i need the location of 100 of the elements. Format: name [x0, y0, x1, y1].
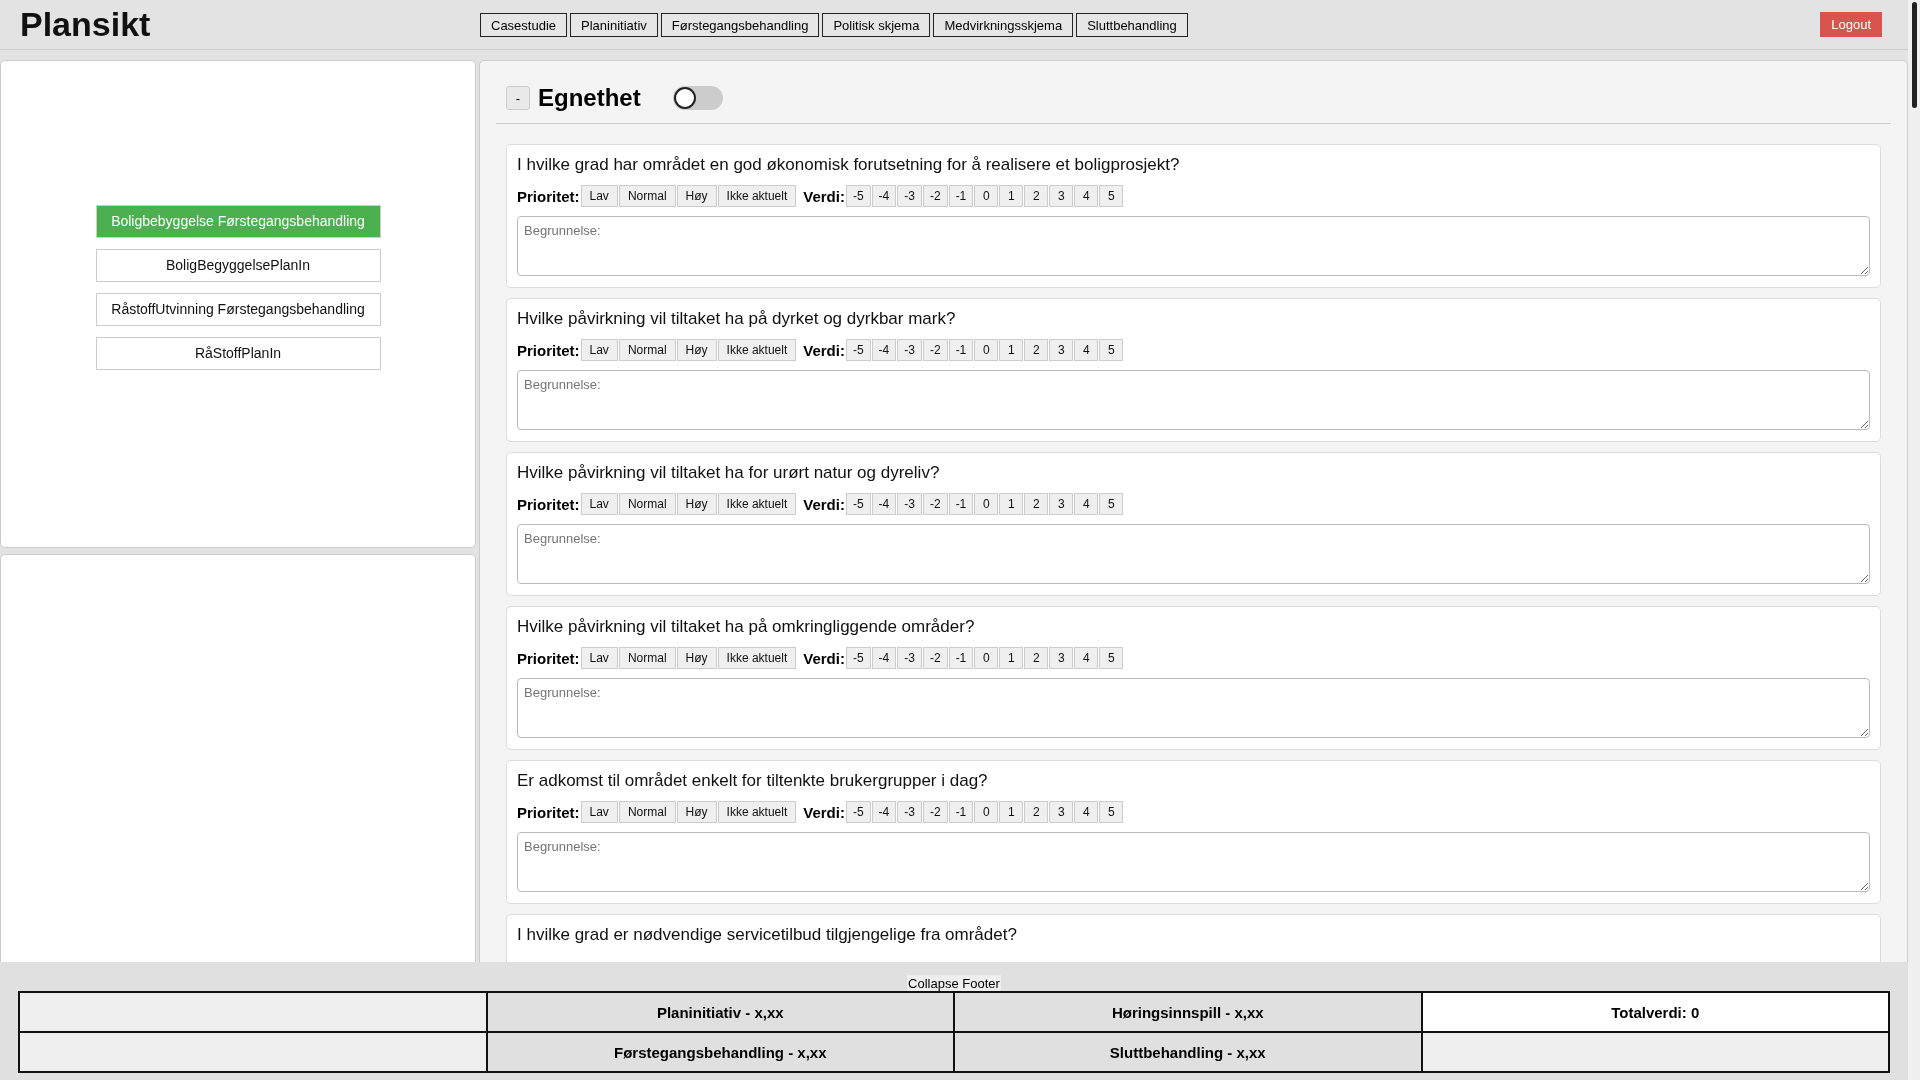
- value-option[interactable]: -2: [922, 801, 948, 823]
- value-option[interactable]: 0: [974, 493, 999, 515]
- value-option[interactable]: 1: [999, 339, 1024, 361]
- value-option[interactable]: 3: [1049, 493, 1074, 515]
- value-option[interactable]: -1: [948, 339, 974, 361]
- value-option[interactable]: -3: [897, 647, 922, 669]
- priority-option[interactable]: Normal: [618, 493, 676, 515]
- priority-option[interactable]: Høy: [676, 647, 717, 669]
- value-option[interactable]: -3: [897, 185, 922, 207]
- nav-button[interactable]: Medvirkningsskjema: [933, 12, 1074, 37]
- toggle-switch[interactable]: [672, 86, 723, 110]
- value-option[interactable]: 3: [1049, 185, 1074, 207]
- nav-button[interactable]: Casestudie: [480, 12, 568, 37]
- value-option[interactable]: 1: [999, 493, 1024, 515]
- value-option[interactable]: 5: [1099, 185, 1124, 207]
- value-option[interactable]: -3: [897, 493, 922, 515]
- value-option[interactable]: -1: [948, 185, 974, 207]
- value-option[interactable]: -2: [922, 647, 948, 669]
- priority-option[interactable]: Høy: [676, 801, 717, 823]
- value-option[interactable]: 1: [999, 801, 1024, 823]
- reason-field[interactable]: Begrunnelse:: [517, 524, 1870, 584]
- value-option[interactable]: -3: [897, 339, 922, 361]
- value-option[interactable]: 1: [999, 647, 1024, 669]
- nav-button[interactable]: Sluttbehandling: [1076, 12, 1188, 37]
- value-option[interactable]: 4: [1074, 801, 1099, 823]
- value-option[interactable]: -2: [922, 339, 948, 361]
- priority-option[interactable]: Normal: [618, 647, 676, 669]
- priority-option[interactable]: Lav: [580, 801, 618, 823]
- value-option[interactable]: 3: [1049, 647, 1074, 669]
- app-title: Plansikt: [20, 5, 152, 44]
- collapse-footer-button[interactable]: Collapse Footer: [907, 975, 1001, 991]
- value-option[interactable]: 4: [1074, 647, 1099, 669]
- value-option[interactable]: -1: [948, 647, 974, 669]
- value-option[interactable]: 0: [974, 801, 999, 823]
- plan-button[interactable]: RåStoffPlanIn: [95, 336, 381, 370]
- value-option[interactable]: 5: [1099, 647, 1124, 669]
- value-option[interactable]: -4: [871, 185, 897, 207]
- score-cell: Høringsinnspill - x,xx: [954, 992, 1422, 1032]
- collapse-button[interactable]: -: [506, 86, 530, 110]
- value-option[interactable]: -4: [871, 493, 897, 515]
- nav-button[interactable]: Planinitiativ: [570, 12, 658, 37]
- reason-field[interactable]: Begrunnelse:: [517, 832, 1870, 892]
- value-option[interactable]: -5: [845, 339, 871, 361]
- plan-button[interactable]: RåstoffUtvinning Førstegangsbehandling: [95, 292, 381, 326]
- value-option[interactable]: 4: [1074, 185, 1099, 207]
- nav-button[interactable]: Politisk skjema: [822, 12, 931, 37]
- value-option[interactable]: -4: [871, 339, 897, 361]
- priority-option[interactable]: Ikke aktuelt: [717, 493, 797, 515]
- value-option[interactable]: -5: [845, 493, 871, 515]
- value-option[interactable]: 4: [1074, 339, 1099, 361]
- value-option[interactable]: 2: [1024, 339, 1049, 361]
- priority-option[interactable]: Ikke aktuelt: [717, 801, 797, 823]
- value-label: Verdi:: [803, 495, 845, 513]
- value-option[interactable]: -2: [922, 185, 948, 207]
- value-option[interactable]: -5: [845, 185, 871, 207]
- priority-option[interactable]: Høy: [676, 185, 717, 207]
- value-option[interactable]: 5: [1099, 339, 1124, 361]
- priority-option[interactable]: Lav: [580, 185, 618, 207]
- value-option[interactable]: 0: [974, 185, 999, 207]
- value-option[interactable]: 1: [999, 185, 1024, 207]
- value-option[interactable]: 0: [974, 647, 999, 669]
- value-option[interactable]: 2: [1024, 185, 1049, 207]
- value-option[interactable]: -4: [871, 647, 897, 669]
- plan-button[interactable]: BoligBegyggelsePlanIn: [95, 248, 381, 282]
- priority-option[interactable]: Normal: [618, 801, 676, 823]
- value-option[interactable]: 2: [1024, 801, 1049, 823]
- value-option[interactable]: -4: [871, 801, 897, 823]
- value-option[interactable]: 5: [1099, 493, 1124, 515]
- priority-option[interactable]: Lav: [580, 339, 618, 361]
- value-option[interactable]: 2: [1024, 647, 1049, 669]
- value-option[interactable]: 4: [1074, 493, 1099, 515]
- value-option[interactable]: -5: [845, 801, 871, 823]
- priority-option[interactable]: Lav: [580, 493, 618, 515]
- priority-option[interactable]: Høy: [676, 339, 717, 361]
- value-option[interactable]: -1: [948, 493, 974, 515]
- total-value: Totalverdi: 0: [1421, 992, 1889, 1032]
- value-option[interactable]: 3: [1049, 801, 1074, 823]
- value-option[interactable]: 2: [1024, 493, 1049, 515]
- value-option[interactable]: -5: [845, 647, 871, 669]
- value-option[interactable]: 5: [1099, 801, 1124, 823]
- priority-option[interactable]: Ikke aktuelt: [717, 339, 797, 361]
- reason-field[interactable]: Begrunnelse:: [517, 678, 1870, 738]
- score-cell: Planinitiativ - x,xx: [486, 992, 954, 1032]
- reason-field[interactable]: Begrunnelse:: [517, 216, 1870, 276]
- priority-option[interactable]: Ikke aktuelt: [717, 647, 797, 669]
- priority-option[interactable]: Normal: [618, 339, 676, 361]
- value-option[interactable]: 0: [974, 339, 999, 361]
- section-title: Egnethet: [538, 84, 641, 112]
- priority-option[interactable]: Lav: [580, 647, 618, 669]
- value-option[interactable]: 3: [1049, 339, 1074, 361]
- value-option[interactable]: -2: [922, 493, 948, 515]
- reason-field[interactable]: Begrunnelse:: [517, 370, 1870, 430]
- logout-button[interactable]: Logout: [1820, 12, 1882, 37]
- question-text: I hvilke grad har området en god økonomisk forutsetning for å realisere et boligprosjekt?: [517, 155, 1181, 175]
- nav-button[interactable]: Førstegangsbehandling: [660, 12, 820, 37]
- value-option[interactable]: -3: [897, 801, 922, 823]
- priority-option[interactable]: Høy: [676, 493, 717, 515]
- priority-option[interactable]: Normal: [618, 185, 676, 207]
- priority-option[interactable]: Ikke aktuelt: [717, 185, 797, 207]
- value-option[interactable]: -1: [948, 801, 974, 823]
